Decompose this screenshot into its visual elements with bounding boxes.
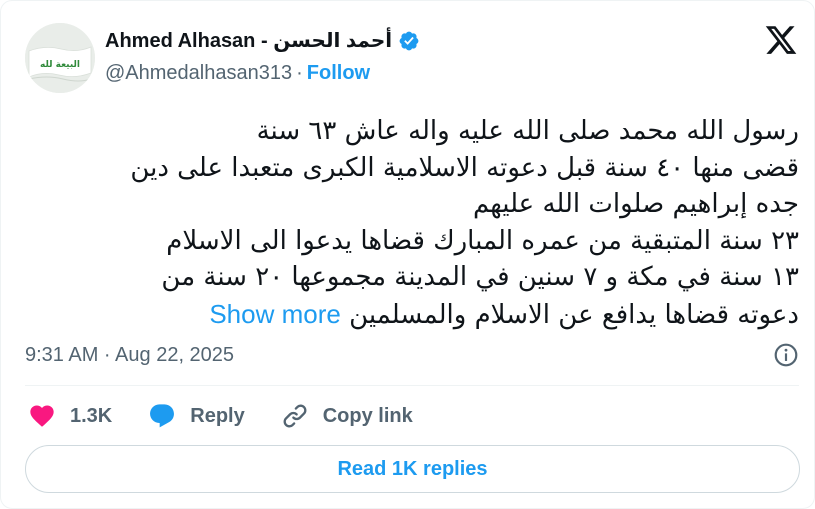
like-button[interactable]: 1.3K (27, 401, 112, 431)
avatar-image: البيعة لله (25, 23, 95, 93)
tweet-line: ٢٣ سنة المتبقية من عمره المبارك قضاها يد… (166, 225, 799, 256)
tweet-line: ١٣ سنة في مكة و ٧ سنين في المدينة مجموعه… (161, 262, 799, 292)
tweet-line: رسول الله محمد صلى الله عليه واله عاش ٦٣… (256, 116, 799, 146)
show-more-link[interactable]: Show more (209, 299, 341, 329)
divider (25, 385, 799, 386)
heart-icon (27, 401, 57, 431)
author-display-name[interactable]: Ahmed Alhasan - أحمد الحسن (105, 28, 392, 53)
tweet-line: جده إبراهيم صلوات الله عليهم (472, 189, 799, 219)
avatar-flag-text: البيعة لله (40, 60, 80, 70)
action-bar: 1.3K Reply Copy link (27, 399, 448, 433)
tweet-line-last: دعوته قضاها يدافع عن الاسلام والمسلمين S… (21, 296, 799, 334)
avatar[interactable]: البيعة لله (25, 23, 95, 93)
tweet-timestamp[interactable]: 9:31 AM · Aug 22, 2025 (25, 344, 234, 367)
reply-button[interactable]: Reply (147, 401, 245, 431)
follow-button[interactable]: Follow (307, 62, 370, 84)
tweet-line: قضى منها ٤٠ سنة قبل دعوته الاسلامية الكب… (130, 152, 799, 183)
x-logo-icon[interactable] (763, 23, 799, 57)
timestamp-row: 9:31 AM · Aug 22, 2025 (25, 340, 799, 370)
author-handle[interactable]: @Ahmedalhasan313 (105, 62, 292, 84)
tweet-line: دعوته قضاها يدافع عن الاسلام والمسلمين (349, 299, 799, 330)
separator-dot: · (296, 62, 303, 84)
verified-badge-icon[interactable] (398, 30, 420, 52)
info-icon[interactable] (773, 342, 799, 368)
tweet-card: البيعة لله Ahmed Alhasan - أحمد الحسن @A… (0, 0, 815, 509)
copy-link-button[interactable]: Copy link (280, 401, 413, 431)
link-icon (280, 401, 310, 431)
like-count: 1.3K (70, 404, 113, 427)
tweet-text: رسول الله محمد صلى الله عليه واله عاش ٦٣… (21, 113, 799, 333)
reply-label: Reply (190, 404, 245, 427)
author-name-row: Ahmed Alhasan - أحمد الحسن (105, 28, 420, 53)
read-replies-button[interactable]: Read 1K replies (25, 445, 800, 493)
author-handle-row: @Ahmedalhasan313 · Follow (105, 62, 370, 85)
read-replies-label: Read 1K replies (337, 457, 488, 480)
reply-bubble-icon (147, 401, 177, 431)
copy-link-label: Copy link (322, 404, 413, 427)
